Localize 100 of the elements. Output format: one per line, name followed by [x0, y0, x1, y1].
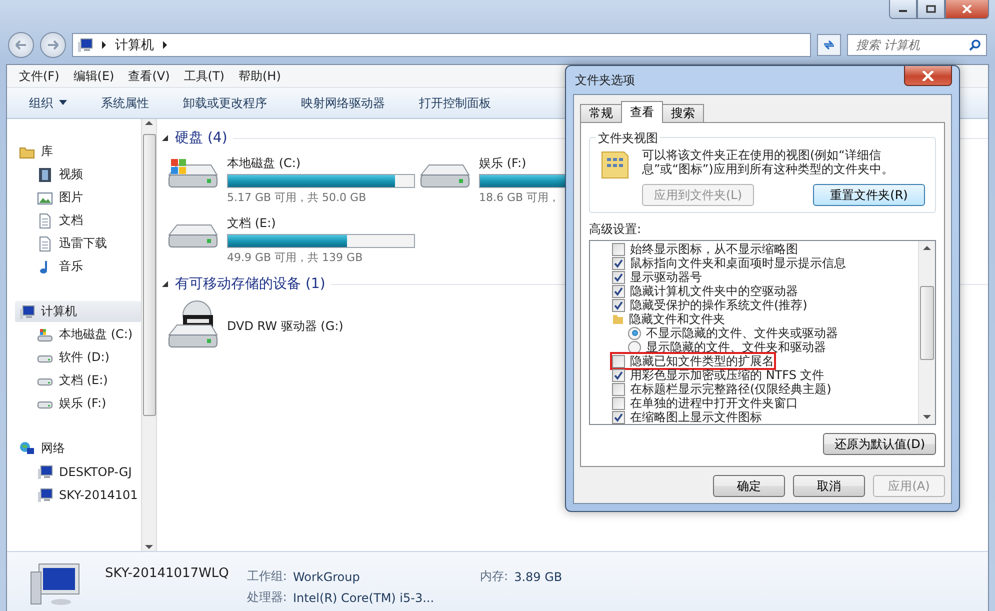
computer-icon: [37, 464, 53, 480]
system-drive-icon: [37, 326, 53, 342]
checkbox[interactable]: [612, 256, 625, 270]
toolbar-button[interactable]: 卸载或更改程序: [181, 92, 269, 114]
nav-item[interactable]: 文档 (E:): [15, 370, 141, 391]
nav-item[interactable]: 文档: [15, 210, 141, 231]
computer-icon: [19, 304, 35, 320]
checkbox[interactable]: [612, 368, 625, 382]
dialog-button[interactable]: 确定: [713, 475, 785, 497]
document-icon: [37, 212, 53, 228]
tab[interactable]: 常规: [580, 104, 622, 123]
checkmark-icon: [614, 412, 623, 422]
setting-label: 在缩略图上显示文件图标: [630, 409, 762, 424]
collapse-triangle-icon[interactable]: [161, 134, 169, 142]
advanced-settings-label: 高级设置:: [589, 221, 642, 238]
refresh-button[interactable]: [817, 34, 841, 56]
restore-defaults-button[interactable]: 还原为默认值(D): [823, 433, 936, 455]
setting-label: 隐藏文件和文件夹: [629, 311, 725, 327]
setting-label: 始终显示图标，从不显示缩略图: [630, 241, 798, 257]
scroll-down-icon: [923, 414, 931, 420]
folder-icon: [612, 313, 624, 325]
close-button[interactable]: [904, 66, 952, 86]
menu-item[interactable]: 编辑(E): [73, 68, 114, 84]
checkbox[interactable]: [612, 242, 625, 256]
checkbox[interactable]: [612, 354, 625, 368]
setting-label: 隐藏计算机文件夹中的空驱动器: [630, 283, 798, 299]
drive-space-text: 18.6 GB 可用，: [479, 190, 560, 205]
toolbar-button[interactable]: 系统属性: [99, 92, 151, 114]
toolbar-button[interactable]: 映射网络驱动器: [299, 92, 387, 114]
checkbox[interactable]: [612, 298, 625, 312]
nav-item[interactable]: 图片: [15, 187, 141, 208]
nav-item[interactable]: 迅雷下载: [15, 233, 141, 254]
nav-group[interactable]: 库: [15, 141, 141, 162]
dialog-button[interactable]: 取消: [793, 475, 865, 497]
checkbox[interactable]: [612, 410, 625, 424]
drive-name[interactable]: 娱乐 (F:): [479, 155, 526, 172]
section-heading[interactable]: 有可移动存储的设备 (1): [175, 275, 326, 293]
nav-item[interactable]: DESKTOP-GJ: [15, 461, 141, 482]
nav-item[interactable]: 音乐: [15, 256, 141, 277]
checkbox[interactable]: [612, 382, 625, 396]
collapse-triangle-icon[interactable]: [161, 280, 169, 288]
toolbar-button[interactable]: 打开控制面板: [417, 92, 493, 114]
section-heading[interactable]: 硬盘 (4): [175, 129, 228, 147]
search-field[interactable]: 搜索 计算机: [847, 34, 987, 56]
globe-computer-icon: [19, 440, 35, 456]
drive-name[interactable]: 本地磁盘 (C:): [227, 155, 301, 172]
radio-button[interactable]: [628, 340, 641, 354]
setting-label: 隐藏受保护的操作系统文件(推荐): [630, 297, 808, 313]
checkbox[interactable]: [612, 270, 625, 284]
setting-label: 在单独的进程中打开文件夹窗口: [630, 395, 798, 411]
document-icon: [37, 236, 53, 252]
chevron-right-icon: [162, 41, 168, 49]
setting-label: 鼠标指向文件夹和桌面项时显示提示信息: [630, 255, 846, 272]
checkbox[interactable]: [612, 396, 625, 410]
forward-arrow-icon: [47, 40, 59, 50]
scrollbar[interactable]: [918, 241, 935, 424]
toolbar-button[interactable]: 组织: [27, 92, 69, 114]
setting-label: 用彩色显示加密或压缩的 NTFS 文件: [630, 367, 824, 382]
breadcrumb[interactable]: 计算机: [115, 36, 154, 54]
film-icon: [37, 166, 53, 182]
minimize-button[interactable]: [889, 0, 917, 19]
nav-item[interactable]: SKY-2014101: [15, 484, 141, 505]
refresh-icon: [822, 39, 836, 51]
menu-item[interactable]: 查看(V): [128, 68, 170, 84]
nav-item[interactable]: 视频: [15, 164, 141, 185]
detail-label: 处理器:: [246, 589, 287, 606]
maximize-button[interactable]: [917, 0, 945, 19]
close-button[interactable]: [945, 0, 989, 19]
caret-down-icon: [59, 100, 67, 106]
folder-view-button[interactable]: 重置文件夹(R): [813, 184, 925, 206]
dialog-title: 文件夹选项: [574, 72, 635, 88]
checkbox[interactable]: [612, 284, 625, 298]
tab[interactable]: 查看: [621, 101, 663, 123]
radio-button[interactable]: [628, 326, 641, 340]
setting-label: 在标题栏显示完整路径(仅限经典主题): [630, 381, 832, 396]
nav-group[interactable]: 网络: [15, 438, 141, 459]
menu-item[interactable]: 工具(T): [184, 68, 224, 84]
scrollbar[interactable]: [141, 119, 157, 551]
nav-item[interactable]: 本地磁盘 (C:): [15, 324, 141, 345]
nav-item[interactable]: 软件 (D:): [15, 347, 141, 368]
drive-name[interactable]: 文档 (E:): [227, 215, 276, 232]
checkmark-icon: [614, 370, 623, 380]
close-icon: [922, 70, 934, 80]
picture-icon: [37, 190, 53, 206]
nav-group[interactable]: 计算机: [15, 301, 141, 322]
menu-item[interactable]: 帮助(H): [238, 68, 281, 84]
detail-value: WorkGroup: [292, 570, 361, 584]
drive-name[interactable]: DVD RW 驱动器 (G:): [227, 318, 344, 334]
setting-label: 显示驱动器号: [630, 269, 702, 285]
menu-item[interactable]: 文件(F): [19, 68, 60, 84]
tab[interactable]: 搜索: [662, 104, 704, 123]
back-button[interactable]: [8, 32, 34, 58]
description-text: 可以将该文件夹正在使用的视图(例如“详细信息”或“图标”)应用到所有这种类型的文件夹中。: [642, 148, 894, 176]
forward-button[interactable]: [40, 32, 66, 58]
back-arrow-icon: [15, 40, 27, 50]
scroll-up-icon: [923, 245, 931, 251]
computer-name: SKY-20141017WLQ: [105, 566, 229, 581]
nav-item[interactable]: 娱乐 (F:): [15, 393, 141, 414]
detail-label: 工作组:: [246, 568, 287, 585]
address-bar[interactable]: 计算机: [72, 33, 811, 57]
